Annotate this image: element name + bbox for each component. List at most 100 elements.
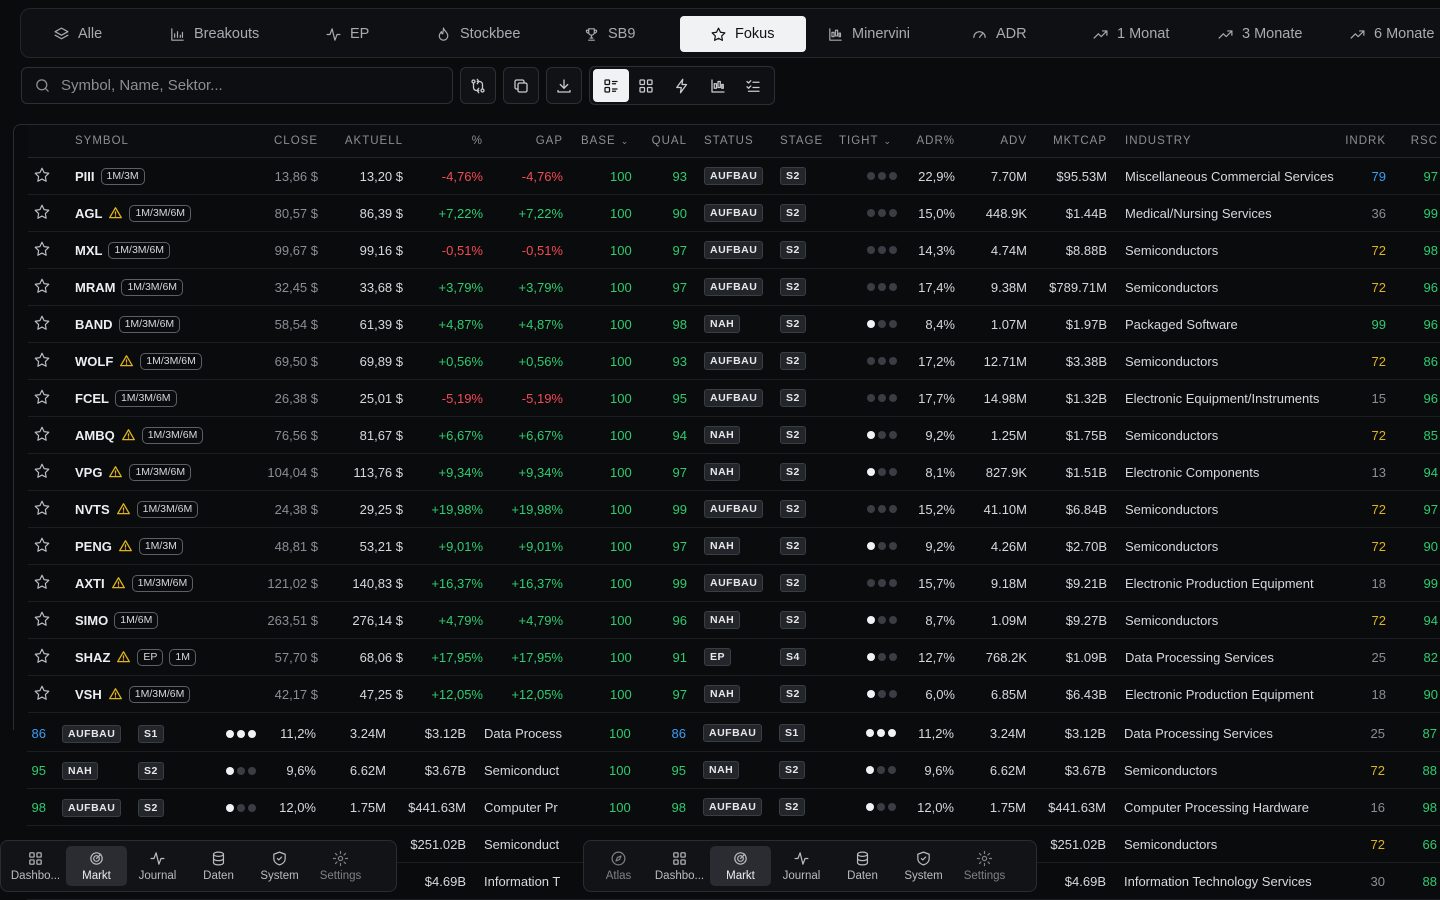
column-header-adv[interactable]: ADV [968,125,1027,157]
tab-sb9[interactable]: SB9 [575,16,643,52]
nav-journal[interactable]: Journal [127,846,188,886]
favorite-button[interactable] [33,314,51,335]
chart-view-button[interactable] [700,69,736,102]
tab-fokus[interactable]: Fokus [680,16,806,52]
symbol-ticker[interactable]: MXL [75,243,102,258]
favorite-button[interactable] [33,425,51,446]
symbol-ticker[interactable]: FCEL [75,391,109,406]
table-row[interactable]: PENG 1M/3M 48,81 $ 53,21 $ +9,01% +9,01% 100 97… [28,528,1440,565]
favorite-button[interactable] [33,610,51,631]
table-row[interactable]: WOLF 1M/3M/6M 69,50 $ 69,89 $ +0,56% +0,56% 10… [28,343,1440,380]
checklist-view-button[interactable] [735,69,771,102]
mktcap-value: $3.12B [1064,725,1106,741]
symbol-ticker[interactable]: WOLF [75,354,113,369]
column-header-stage[interactable]: STAGE [780,125,830,157]
list-view-button[interactable] [593,69,629,102]
tab-breakouts[interactable]: Breakouts [161,16,267,52]
tab-ep[interactable]: EP [317,16,377,52]
tab-1-monat[interactable]: 1 Monat [1084,16,1177,52]
table-row[interactable]: MRAM 1M/3M/6M 32,45 $ 33,68 $ +3,79% +3,79% 10… [28,269,1440,306]
search-input[interactable] [61,77,421,94]
table-row[interactable]: VSH 1M/3M/6M 42,17 $ 47,25 $ +12,05% +12,05% 1… [28,676,1440,713]
column-header-symbol[interactable]: SYMBOL [75,125,275,157]
column-header-status[interactable]: STATUS [704,125,776,157]
symbol-ticker[interactable]: VSH [75,687,102,702]
nav-markt[interactable]: Markt [66,846,127,886]
nav-system[interactable]: System [893,846,954,886]
nav-daten[interactable]: Daten [188,846,249,886]
symbol-ticker[interactable]: BAND [75,317,113,332]
favorite-button[interactable] [33,536,51,557]
column-header-base[interactable]: BASE ⌄ [581,125,641,157]
tab-alle[interactable]: Alle [45,16,110,52]
symbol-ticker[interactable]: VPG [75,465,102,480]
symbol-ticker[interactable]: NVTS [75,502,110,517]
column-header-industry[interactable]: INDUSTRY [1125,125,1355,157]
table-row[interactable]: VPG 1M/3M/6M 104,04 $ 113,76 $ +9,34% +9,34% 1… [28,454,1440,491]
favorite-button[interactable] [33,684,51,705]
nav-settings[interactable]: Settings [954,846,1015,886]
copy-button[interactable] [503,67,539,104]
nav-journal[interactable]: Journal [771,846,832,886]
column-header-tight[interactable]: TIGHT ⌄ [839,125,901,157]
symbol-ticker[interactable]: AGL [75,206,102,221]
nav-daten[interactable]: Daten [832,846,893,886]
symbol-ticker[interactable]: PIII [75,169,95,184]
table-row[interactable]: BAND 1M/3M/6M 58,54 $ 61,39 $ +4,87% +4,87% 10… [28,306,1440,343]
search-box[interactable] [21,67,453,104]
favorite-button[interactable] [33,277,51,298]
rs-score: 87 [1422,725,1437,741]
column-header-indrk[interactable]: INDRK [1345,125,1386,157]
symbol-ticker[interactable]: AXTI [75,576,105,591]
tab-3-monate[interactable]: 3 Monate [1209,16,1310,52]
favorite-button[interactable] [33,573,51,594]
nav-settings[interactable]: Settings [310,846,371,886]
table-row[interactable]: MXL 1M/3M/6M 99,67 $ 99,16 $ -0,51% -0,51% 100… [28,232,1440,269]
symbol-ticker[interactable]: SIMO [75,613,108,628]
favorite-button[interactable] [33,388,51,409]
nav-atlas[interactable]: Atlas [588,846,649,886]
column-header-gap[interactable]: GAP [493,125,563,157]
column-header-mktcap[interactable]: MKTCAP [1038,125,1107,157]
column-header-qual[interactable]: QUAL [648,125,687,157]
symbol-ticker[interactable]: AMBQ [75,428,115,443]
table-row[interactable]: AGL 1M/3M/6M 80,57 $ 86,39 $ +7,22% +7,22% 100… [28,195,1440,232]
tab-minervini[interactable]: Minervini [819,16,918,52]
tab-adr[interactable]: ADR [963,16,1035,52]
favorite-button[interactable] [33,203,51,224]
favorite-button[interactable] [33,240,51,261]
favorite-button[interactable] [33,647,51,668]
table-row[interactable]: NVTS 1M/3M/6M 24,38 $ 29,25 $ +19,98% +19,98%… [28,491,1440,528]
cell-close: 26,38 $ [248,380,318,416]
table-row[interactable]: SHAZ EP 1M 57,70 $ 68,06 $ +17,95% +17,95% 100 9… [28,639,1440,676]
column-header-pct[interactable]: % [413,125,483,157]
favorite-button[interactable] [33,462,51,483]
table-row[interactable]: SIMO 1M/6M 263,51 $ 276,14 $ +4,79% +4,79% 100… [28,602,1440,639]
column-header-aktuell[interactable]: AKTUELL [333,125,403,157]
favorite-button[interactable] [33,351,51,372]
tab-stockbee[interactable]: Stockbee [427,16,528,52]
table-row[interactable]: AMBQ 1M/3M/6M 76,56 $ 81,67 $ +6,67% +6,67% 10… [28,417,1440,454]
nav-system[interactable]: System [249,846,310,886]
download-button[interactable] [546,67,582,104]
favorite-button[interactable] [33,166,51,187]
nav-markt[interactable]: Markt [710,846,771,886]
grid-view-button[interactable] [629,69,665,102]
table-row[interactable]: PIII 1M/3M 13,86 $ 13,20 $ -4,76% -4,76% 100 93… [28,158,1440,195]
lightning-view-button[interactable] [664,69,700,102]
symbol-ticker[interactable]: MRAM [75,280,115,295]
symbol-ticker[interactable]: PENG [75,539,112,554]
symbol-ticker[interactable]: SHAZ [75,650,110,665]
column-header-close[interactable]: CLOSE [248,125,318,157]
header-label: RSC [1410,135,1438,147]
compare-button[interactable] [460,67,496,104]
column-header-adr[interactable]: ADR% [908,125,955,157]
table-row[interactable]: AXTI 1M/3M/6M 121,02 $ 140,83 $ +16,37% +16,3… [28,565,1440,602]
nav-dashbo[interactable]: Dashbo... [5,846,66,886]
gap-value: +12,05% [511,686,563,702]
column-header-rsc[interactable]: RSC [1408,125,1438,157]
favorite-button[interactable] [33,499,51,520]
nav-dashbo[interactable]: Dashbo... [649,846,710,886]
tab-6-monate[interactable]: 6 Monate [1341,16,1440,52]
table-row[interactable]: FCEL 1M/3M/6M 26,38 $ 25,01 $ -5,19% -5,19% 10… [28,380,1440,417]
